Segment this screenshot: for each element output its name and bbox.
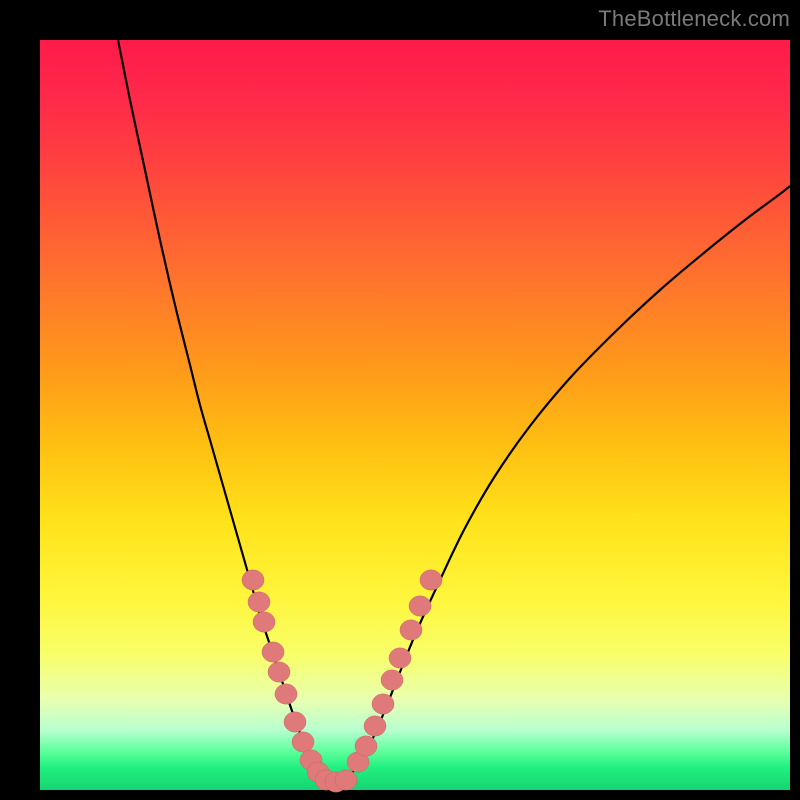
bead-point: [389, 648, 411, 668]
bead-point: [409, 596, 431, 616]
bead-point: [248, 592, 270, 612]
data-beads: [242, 570, 442, 792]
bead-point: [253, 612, 275, 632]
bead-point: [262, 642, 284, 662]
bead-point: [292, 732, 314, 752]
bead-point: [372, 694, 394, 714]
bead-point: [400, 620, 422, 640]
bead-point: [335, 770, 357, 790]
bead-point: [284, 712, 306, 732]
bead-point: [364, 716, 386, 736]
curve-layer: [40, 40, 790, 790]
plot-area: [40, 40, 790, 790]
left-curve: [118, 40, 330, 782]
right-curve: [340, 186, 790, 782]
bead-point: [275, 684, 297, 704]
watermark-label: TheBottleneck.com: [598, 6, 790, 32]
bead-point: [355, 736, 377, 756]
bead-point: [268, 662, 290, 682]
chart-frame: TheBottleneck.com: [0, 0, 800, 800]
bead-point: [420, 570, 442, 590]
bead-point: [242, 570, 264, 590]
bead-point: [381, 670, 403, 690]
